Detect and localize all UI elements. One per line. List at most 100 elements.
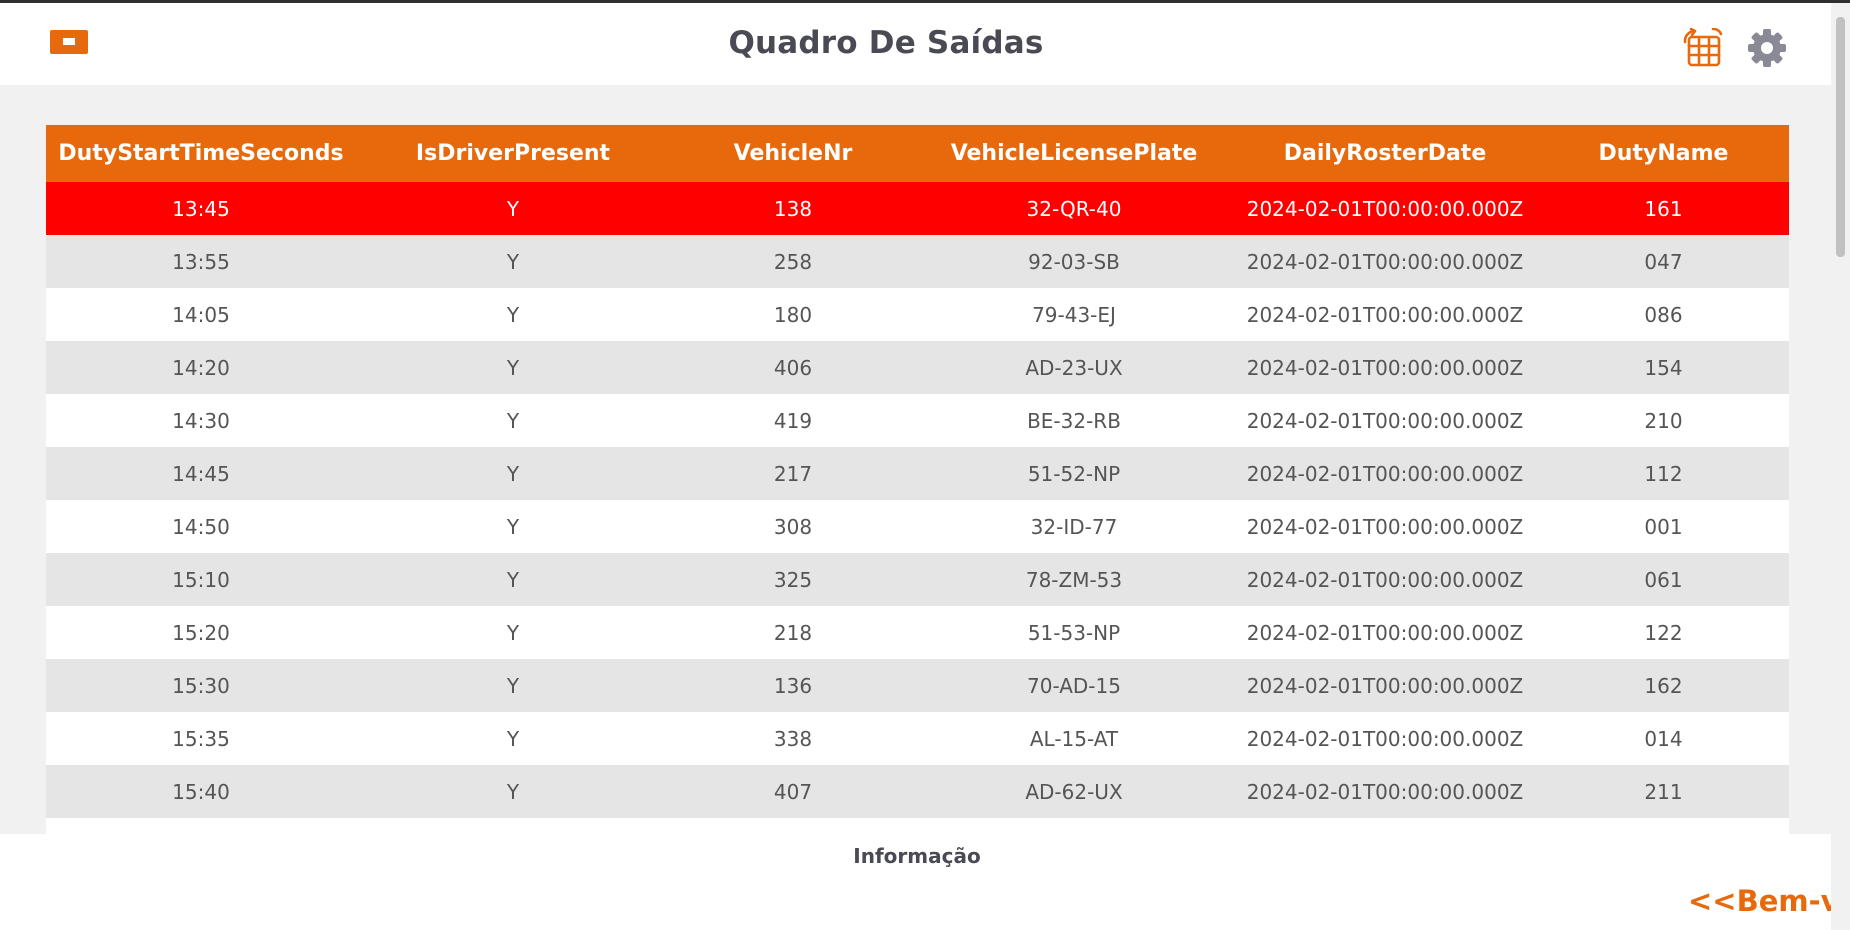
cell-license-plate: 70-AD-15 — [916, 659, 1232, 712]
cell-is-driver-present: Y — [356, 659, 670, 712]
refresh-grid-icon[interactable] — [1682, 27, 1724, 68]
cell-duty-name: 001 — [1538, 500, 1789, 553]
table-row[interactable]: 13:55 Y 258 92-03-SB 2024-02-01T00:00:00.000… — [46, 235, 1789, 288]
cell-is-driver-present: Y — [356, 818, 670, 834]
cell-license-plate: 32-QR-40 — [916, 182, 1232, 235]
cell-is-driver-present: Y — [356, 182, 670, 235]
table-row[interactable]: 15:30 Y 136 70-AD-15 2024-02-01T00:00:00.000… — [46, 659, 1789, 712]
cell-license-plate: AD-62-UX — [916, 765, 1232, 818]
cell-vehicle-nr: 138 — [670, 182, 916, 235]
cell-is-driver-present: Y — [356, 712, 670, 765]
table-row[interactable]: 15:40 Y 407 AD-62-UX 2024-02-01T00:00:00.000… — [46, 765, 1789, 818]
cell-is-driver-present: Y — [356, 341, 670, 394]
cell-duty-start-time: 15:35 — [46, 712, 356, 765]
column-header-duty-name[interactable]: DutyName — [1538, 125, 1789, 182]
table-row[interactable]: 15:50Y33733-15-UX2024-02-01T00:00:00.000… — [46, 818, 1789, 834]
cell-license-plate: 92-03-SB — [916, 235, 1232, 288]
column-header-duty-start-time[interactable]: DutyStartTimeSeconds — [46, 125, 356, 182]
cell-vehicle-nr: 419 — [670, 394, 916, 447]
cell-vehicle-nr: 337 — [670, 818, 916, 834]
cell-roster-date: 2024-02-01T00:00:00.000Z — [1232, 235, 1538, 288]
page-scrollbar[interactable] — [1831, 3, 1850, 930]
table-row[interactable]: 15:35 Y 338 AL-15-AT 2024-02-01T00:00:00.000… — [46, 712, 1789, 765]
cell-duty-name: 112 — [1538, 447, 1789, 500]
column-header-is-driver-present[interactable]: IsDriverPresent — [356, 125, 670, 182]
cell-vehicle-nr: 407 — [670, 765, 916, 818]
cell-roster-date: 2024-02-01T00:00:00.000Z — [1232, 659, 1538, 712]
cell-roster-date: 2024-02-01T00:00:00.000Z — [1232, 765, 1538, 818]
cell-vehicle-nr: 217 — [670, 447, 916, 500]
cell-roster-date: 2024-02-01T00:00:00.000Z — [1232, 288, 1538, 341]
cell-license-plate: 79-43-EJ — [916, 288, 1232, 341]
column-header-vehicle-nr[interactable]: VehicleNr — [670, 125, 916, 182]
table-row[interactable]: 14:45 Y 217 51-52-NP 2024-02-01T00:00:00.000… — [46, 447, 1789, 500]
table-row[interactable]: 15:20 Y 218 51-53-NP 2024-02-01T00:00:00.000… — [46, 606, 1789, 659]
cell-duty-name: 061 — [1538, 553, 1789, 606]
cell-duty-start-time: 14:20 — [46, 341, 356, 394]
cell-duty-start-time: 14:50 — [46, 500, 356, 553]
cell-duty-name: 071 — [1538, 818, 1789, 834]
cell-vehicle-nr: 258 — [670, 235, 916, 288]
cell-duty-name: 086 — [1538, 288, 1789, 341]
cell-duty-name: 122 — [1538, 606, 1789, 659]
cell-roster-date: 2024-02-01T00:00:00.000Z — [1232, 500, 1538, 553]
info-footer: Informação <<Bem-vi — [0, 834, 1831, 930]
cell-duty-start-time: 14:30 — [46, 394, 356, 447]
cell-license-plate: 78-ZM-53 — [916, 553, 1232, 606]
scrollbar-thumb[interactable] — [1836, 17, 1845, 257]
cell-roster-date: 2024-02-01T00:00:00.000Z — [1232, 606, 1538, 659]
cell-duty-name: 161 — [1538, 182, 1789, 235]
cell-vehicle-nr: 406 — [670, 341, 916, 394]
cell-duty-start-time: 14:45 — [46, 447, 356, 500]
cell-is-driver-present: Y — [356, 553, 670, 606]
cell-roster-date: 2024-02-01T00:00:00.000Z — [1232, 394, 1538, 447]
table-row[interactable]: 15:10 Y 325 78-ZM-53 2024-02-01T00:00:00.000… — [46, 553, 1789, 606]
cell-license-plate: AL-15-AT — [916, 712, 1232, 765]
cell-duty-start-time: 13:55 — [46, 235, 356, 288]
cell-is-driver-present: Y — [356, 606, 670, 659]
table-row[interactable]: 14:30 Y 419 BE-32-RB 2024-02-01T00:00:00.000… — [46, 394, 1789, 447]
cell-is-driver-present: Y — [356, 235, 670, 288]
cell-vehicle-nr: 218 — [670, 606, 916, 659]
cell-is-driver-present: Y — [356, 500, 670, 553]
table-row[interactable]: 14:20 Y 406 AD-23-UX 2024-02-01T00:00:00.000… — [46, 341, 1789, 394]
departures-table-container[interactable]: DutyStartTimeSeconds IsDriverPresent Veh… — [46, 125, 1789, 834]
cell-vehicle-nr: 325 — [670, 553, 916, 606]
table-row[interactable]: 13:45 Y 138 32-QR-40 2024-02-01T00:00:00.000… — [46, 182, 1789, 235]
cell-duty-name: 047 — [1538, 235, 1789, 288]
cell-duty-start-time: 13:45 — [46, 182, 356, 235]
cell-license-plate: 33-15-UX — [916, 818, 1232, 834]
cell-vehicle-nr: 308 — [670, 500, 916, 553]
cell-is-driver-present: Y — [356, 288, 670, 341]
cell-roster-date: 2024-02-01T00:00:00.000Z — [1232, 712, 1538, 765]
app-header: Quadro De Saídas — [0, 3, 1831, 85]
cell-vehicle-nr: 136 — [670, 659, 916, 712]
cell-duty-start-time: 15:40 — [46, 765, 356, 818]
cell-duty-name: 014 — [1538, 712, 1789, 765]
cell-license-plate: AD-23-UX — [916, 341, 1232, 394]
page-title: Quadro De Saídas — [728, 25, 1044, 61]
table-row[interactable]: 14:05 Y 180 79-43-EJ 2024-02-01T00:00:00.000… — [46, 288, 1789, 341]
cell-duty-name: 211 — [1538, 765, 1789, 818]
table-row[interactable]: 14:50 Y 308 32-ID-77 2024-02-01T00:00:00.000… — [46, 500, 1789, 553]
cell-duty-start-time: 15:30 — [46, 659, 356, 712]
cell-license-plate: 32-ID-77 — [916, 500, 1232, 553]
column-header-vehicle-license-plate[interactable]: VehicleLicensePlate — [916, 125, 1232, 182]
cell-duty-start-time: 15:50 — [46, 818, 356, 834]
cell-license-plate: 51-53-NP — [916, 606, 1232, 659]
cell-duty-name: 210 — [1538, 394, 1789, 447]
welcome-ticker: <<Bem-vi — [1688, 884, 1831, 918]
cell-roster-date: 2024-02-01T00:00:00.000Z — [1232, 341, 1538, 394]
footer-label: Informação — [853, 844, 981, 868]
cell-roster-date: 2024-02-01T00:00:00.000Z — [1232, 818, 1538, 834]
cell-duty-start-time: 14:05 — [46, 288, 356, 341]
column-header-daily-roster-date[interactable]: DailyRosterDate — [1232, 125, 1538, 182]
cell-is-driver-present: Y — [356, 394, 670, 447]
cell-license-plate: 51-52-NP — [916, 447, 1232, 500]
departures-table: DutyStartTimeSeconds IsDriverPresent Veh… — [46, 125, 1789, 834]
cell-roster-date: 2024-02-01T00:00:00.000Z — [1232, 182, 1538, 235]
cell-roster-date: 2024-02-01T00:00:00.000Z — [1232, 553, 1538, 606]
cell-duty-start-time: 15:20 — [46, 606, 356, 659]
gear-icon[interactable] — [1746, 27, 1788, 69]
cell-vehicle-nr: 180 — [670, 288, 916, 341]
